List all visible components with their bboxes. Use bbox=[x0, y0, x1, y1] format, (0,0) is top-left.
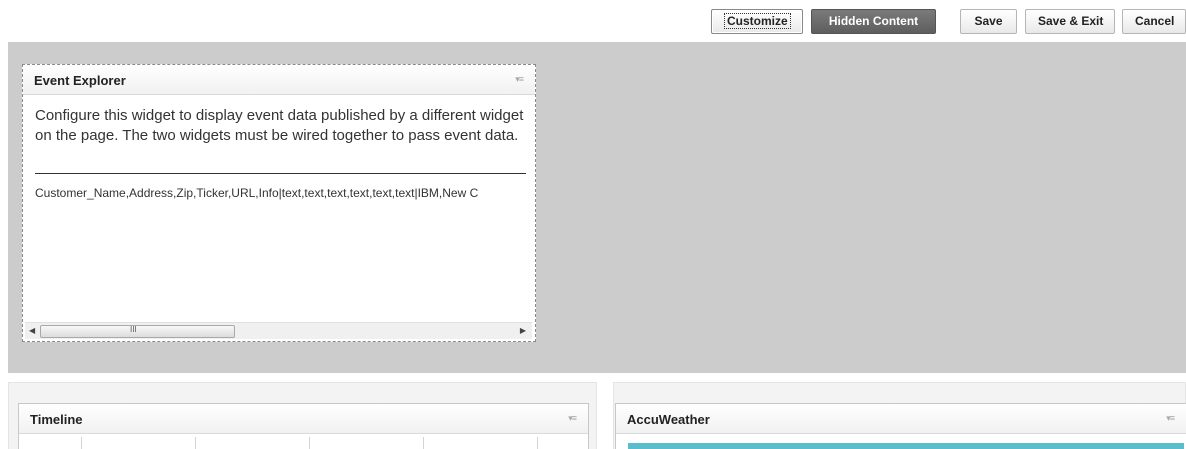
timeline-grid bbox=[19, 437, 588, 449]
event-explorer-widget: Event Explorer ▾≡ Configure this widget … bbox=[22, 64, 536, 342]
cancel-button[interactable]: Cancel bbox=[1122, 9, 1186, 34]
widget-title: Event Explorer bbox=[34, 73, 126, 88]
scrollbar-thumb[interactable]: III bbox=[40, 325, 235, 338]
page-toolbar: Customize Hidden Content Save Save & Exi… bbox=[0, 0, 1186, 42]
grid-line bbox=[423, 437, 424, 449]
widget-header[interactable]: AccuWeather ▾≡ bbox=[616, 404, 1186, 434]
scroll-right-arrow-icon[interactable]: ▶ bbox=[520, 326, 526, 335]
grid-line bbox=[537, 437, 538, 449]
timeline-widget: Timeline ▾≡ bbox=[18, 403, 589, 449]
customize-button[interactable]: Customize bbox=[711, 9, 803, 34]
horizontal-scrollbar[interactable]: ◀ III ▶ bbox=[25, 322, 532, 339]
save-button[interactable]: Save bbox=[960, 9, 1017, 34]
scroll-left-arrow-icon[interactable]: ◀ bbox=[29, 326, 35, 335]
hidden-content-button[interactable]: Hidden Content bbox=[811, 9, 936, 34]
grid-line bbox=[81, 437, 82, 449]
grid-line bbox=[309, 437, 310, 449]
event-data-text: Customer_Name,Address,Zip,Ticker,URL,Inf… bbox=[35, 186, 479, 200]
grid-line bbox=[195, 437, 196, 449]
save-and-exit-button[interactable]: Save & Exit bbox=[1025, 9, 1115, 34]
divider bbox=[35, 173, 526, 174]
widget-description: Configure this widget to display event d… bbox=[35, 107, 524, 144]
widget-header[interactable]: Event Explorer ▾≡ bbox=[23, 65, 535, 95]
accuweather-widget: AccuWeather ▾≡ bbox=[615, 403, 1186, 449]
weather-banner bbox=[628, 443, 1184, 449]
widget-header[interactable]: Timeline ▾≡ bbox=[19, 404, 588, 434]
dropdown-menu-icon[interactable]: ▾≡ bbox=[568, 413, 577, 424]
customize-button-label: Customize bbox=[724, 13, 791, 29]
dropdown-menu-icon[interactable]: ▾≡ bbox=[515, 74, 524, 85]
widget-title: Timeline bbox=[30, 412, 83, 427]
widget-title: AccuWeather bbox=[627, 412, 710, 427]
scrollbar-grip: III bbox=[130, 325, 137, 334]
dropdown-menu-icon[interactable]: ▾≡ bbox=[1166, 413, 1175, 424]
